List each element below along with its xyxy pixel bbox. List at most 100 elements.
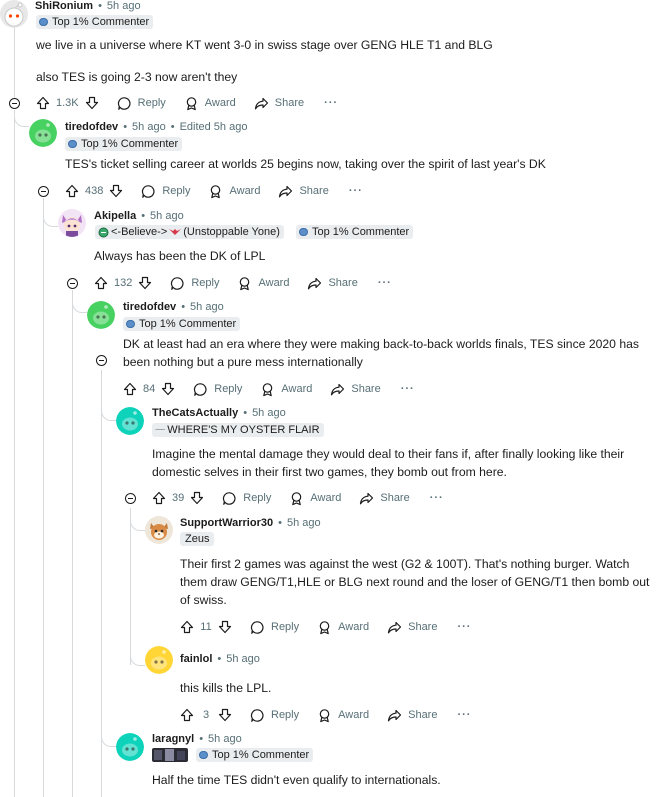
timestamp[interactable]: 5h ago: [150, 210, 184, 222]
collapse-button[interactable]: [9, 98, 20, 109]
collapse-button[interactable]: [125, 493, 136, 504]
avatar[interactable]: [145, 516, 173, 544]
timestamp[interactable]: 5h ago: [190, 301, 224, 313]
avatar[interactable]: [87, 301, 115, 329]
upvote-button[interactable]: [180, 708, 194, 722]
avatar[interactable]: [116, 407, 144, 435]
separator: •: [199, 733, 204, 745]
flair-icon: [39, 18, 48, 26]
username[interactable]: tiredofdev: [65, 121, 118, 133]
more-options-button[interactable]: ···: [430, 492, 444, 504]
username[interactable]: Akipella: [94, 210, 136, 222]
share-icon: [360, 492, 374, 504]
thread-line[interactable]: [43, 198, 44, 797]
timestamp[interactable]: 5h ago: [287, 517, 321, 529]
comment-paragraph: we live in a universe where KT went 3-0 …: [36, 38, 493, 52]
timestamp[interactable]: 5h ago: [208, 733, 242, 745]
username[interactable]: tiredofdev: [123, 301, 176, 313]
upvote-button[interactable]: [36, 96, 50, 110]
award-button[interactable]: Award: [317, 620, 369, 635]
more-options-button[interactable]: ···: [378, 277, 392, 289]
reply-label: Reply: [271, 709, 300, 721]
username[interactable]: laragnyl: [152, 733, 194, 745]
thread-line[interactable]: [14, 28, 15, 98]
timestamp[interactable]: 5h ago: [107, 0, 141, 12]
reply-icon: [250, 708, 264, 722]
thread-elbow: [130, 508, 145, 531]
username[interactable]: fainlol: [180, 653, 212, 665]
reply-button[interactable]: Reply: [222, 491, 271, 506]
share-button[interactable]: Share: [387, 708, 437, 723]
downvote-icon: [110, 184, 123, 198]
thread-elbow: [130, 530, 145, 666]
reply-button[interactable]: Reply: [193, 382, 242, 397]
comment-body: we live in a universe where KT went 3-0 …: [36, 36, 636, 86]
thread-line[interactable]: [72, 290, 73, 797]
upvote-button[interactable]: [94, 276, 108, 290]
avatar[interactable]: [0, 0, 28, 28]
reply-button[interactable]: Reply: [170, 276, 219, 291]
timestamp[interactable]: 5h ago: [226, 653, 260, 665]
downvote-button[interactable]: [161, 382, 175, 396]
thread-line[interactable]: [14, 110, 15, 797]
upvote-button[interactable]: [180, 620, 194, 634]
reply-button[interactable]: Reply: [250, 708, 299, 723]
thread-elbow: [43, 198, 58, 227]
upvote-icon: [65, 184, 79, 198]
more-options-button[interactable]: ···: [349, 185, 363, 197]
timestamp[interactable]: 5h ago: [132, 121, 166, 133]
share-button[interactable]: Share: [307, 276, 358, 291]
avatar[interactable]: [116, 733, 144, 761]
downvote-icon: [218, 620, 232, 634]
comment-paragraph: DK at least had an era where they were m…: [123, 337, 639, 369]
flair-text: Top 1% Commenter: [81, 138, 179, 150]
downvote-button[interactable]: [85, 96, 99, 110]
more-options-button[interactable]: ···: [457, 621, 471, 633]
upvote-button[interactable]: [65, 184, 79, 198]
upvote-icon: [36, 96, 50, 110]
flair-text: Top 1% Commenter: [212, 749, 310, 761]
avatar[interactable]: [29, 119, 57, 147]
upvote-button[interactable]: [152, 491, 166, 505]
award-button[interactable]: Award: [237, 276, 289, 291]
share-button[interactable]: Share: [387, 620, 437, 635]
award-label: Award: [338, 621, 370, 633]
reply-button[interactable]: Reply: [141, 184, 190, 199]
reply-button[interactable]: Reply: [250, 620, 299, 635]
award-button[interactable]: Award: [317, 708, 369, 723]
reply-button[interactable]: Reply: [117, 96, 166, 111]
upvote-button[interactable]: [123, 382, 137, 396]
downvote-button[interactable]: [218, 620, 232, 634]
award-button[interactable]: Award: [184, 96, 236, 111]
more-options-button[interactable]: ···: [401, 383, 415, 395]
comment-header: Akipella • 5h ago: [94, 210, 184, 222]
share-label: Share: [328, 277, 358, 289]
separator: •: [278, 517, 282, 529]
share-button[interactable]: Share: [330, 382, 381, 397]
award-button[interactable]: Award: [289, 491, 341, 506]
reply-icon: [223, 491, 236, 505]
snoo-avatar-icon: [87, 301, 115, 329]
collapse-button[interactable]: [67, 278, 78, 289]
username[interactable]: SupportWarrior30: [180, 517, 273, 529]
award-label: Award: [338, 709, 370, 721]
downvote-button[interactable]: [218, 708, 232, 722]
collapse-button[interactable]: [38, 186, 49, 197]
timestamp[interactable]: 5h ago: [252, 407, 286, 419]
share-button[interactable]: Share: [254, 96, 304, 111]
share-button[interactable]: Share: [359, 491, 410, 506]
award-button[interactable]: Award: [208, 184, 260, 199]
avatar[interactable]: [58, 209, 86, 237]
more-options-button[interactable]: ···: [324, 97, 338, 109]
award-button[interactable]: Award: [260, 382, 312, 397]
avatar[interactable]: [145, 646, 173, 674]
username[interactable]: ShiRonium: [35, 0, 93, 12]
downvote-button[interactable]: [190, 491, 204, 505]
username[interactable]: TheCatsActually: [152, 407, 238, 419]
downvote-button[interactable]: [109, 184, 123, 198]
share-button[interactable]: Share: [278, 184, 329, 199]
more-options-button[interactable]: ···: [457, 709, 471, 721]
flair-text: Top 1% Commenter: [139, 318, 237, 330]
collapse-button[interactable]: [96, 355, 107, 366]
downvote-button[interactable]: [138, 276, 152, 290]
